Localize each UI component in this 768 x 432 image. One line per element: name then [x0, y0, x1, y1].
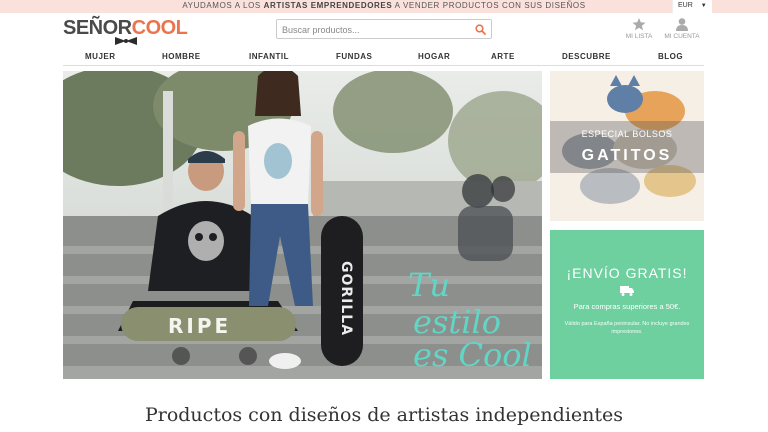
promo-envio-subtitle: Para compras superiores a 50€.: [573, 302, 681, 311]
search-icon[interactable]: [475, 24, 486, 35]
account-link[interactable]: MI CUENTA: [664, 18, 700, 40]
nav-item-descubre[interactable]: DESCUBRE: [562, 52, 611, 61]
bowtie-icon: [115, 37, 137, 45]
wishlist-link[interactable]: MI LISTA: [621, 18, 657, 40]
nav-item-hombre[interactable]: HOMBRE: [162, 52, 201, 61]
skateboard-text-ripe: RIPE: [168, 314, 231, 338]
promo-bolsos-title: GATITOS: [581, 147, 673, 164]
announcement-bar: AYUDAMOS A LOS ARTISTAS EMPRENDEDORES A …: [0, 0, 768, 13]
announcement-text: AYUDAMOS A LOS ARTISTAS EMPRENDEDORES A …: [182, 1, 586, 10]
currency-selector[interactable]: EUR ▼: [672, 0, 712, 13]
promo-envio-gratis[interactable]: ¡ENVÍO GRATIS! Para compras superiores a…: [550, 230, 704, 379]
promo-envio-note: Válido para España peninsular. No incluy…: [564, 321, 690, 335]
hero-tagline-line3: es Cool: [413, 336, 532, 374]
star-icon: [632, 18, 646, 31]
main-nav: MUJER HOMBRE INFANTIL FUNDAS HOGAR ARTE …: [63, 50, 704, 66]
search-box: [276, 19, 492, 39]
cats-illustration: [550, 71, 704, 221]
hero-image: RIPE GORILLA Tu estilo es Cool: [63, 71, 542, 379]
nav-item-fundas[interactable]: FUNDAS: [336, 52, 372, 61]
wishlist-label: MI LISTA: [625, 33, 653, 40]
nav-item-infantil[interactable]: INFANTIL: [249, 52, 289, 61]
promo-bolsos-gatitos[interactable]: ESPECIAL BOLSOS GATITOS: [550, 71, 704, 221]
caret-down-icon: ▼: [700, 3, 707, 9]
nav-item-blog[interactable]: BLOG: [658, 52, 683, 61]
promo-envio-title: ¡ENVÍO GRATIS!: [566, 265, 688, 281]
promo-bolsos-subtitle: ESPECIAL BOLSOS: [581, 129, 673, 139]
account-label: MI CUENTA: [664, 33, 700, 40]
user-icon: [676, 18, 688, 31]
page-headline: Productos con diseños de artistas indepe…: [144, 404, 624, 426]
currency-value: EUR: [678, 2, 693, 9]
nav-item-hogar[interactable]: HOGAR: [418, 52, 450, 61]
truck-icon: [620, 286, 634, 296]
nav-item-mujer[interactable]: MUJER: [85, 52, 116, 61]
nav-item-arte[interactable]: ARTE: [491, 52, 515, 61]
search-input[interactable]: [277, 21, 467, 39]
logo[interactable]: SEÑORCOOL: [63, 18, 188, 38]
hero-tagline-line1: Tu: [408, 266, 450, 304]
hero-banner[interactable]: RIPE GORILLA Tu estilo es Cool: [63, 71, 542, 379]
skateboard-text-gorilla: GORILLA: [338, 261, 354, 336]
